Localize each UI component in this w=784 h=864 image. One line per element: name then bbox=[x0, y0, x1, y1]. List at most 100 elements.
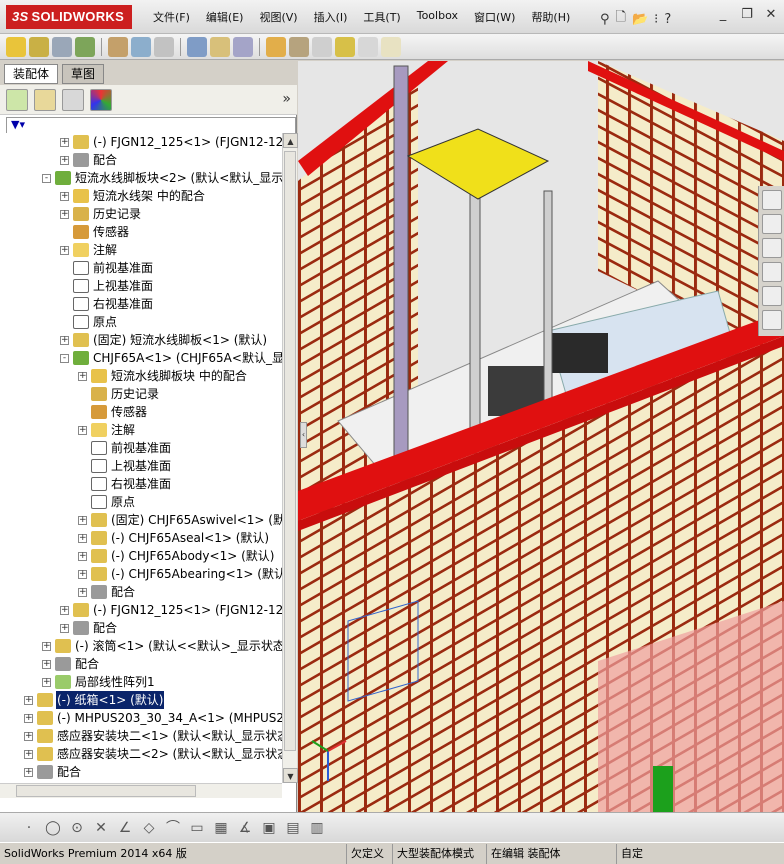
bill-of-materials-icon[interactable] bbox=[266, 36, 286, 57]
scroll-thumb-h[interactable] bbox=[16, 785, 196, 797]
show-hidden-icon[interactable] bbox=[154, 36, 174, 57]
expand-icon[interactable]: + bbox=[60, 191, 69, 201]
menu-insert[interactable]: 插入(I) bbox=[306, 9, 356, 25]
linear-pattern-icon[interactable] bbox=[75, 36, 95, 57]
expand-icon[interactable]: + bbox=[78, 587, 87, 597]
spline-icon[interactable]: ⌒ bbox=[164, 819, 182, 837]
expand-icon[interactable]: + bbox=[78, 551, 87, 561]
open-icon[interactable]: 📂 bbox=[632, 12, 648, 27]
rectangle-icon[interactable]: ▭ bbox=[188, 819, 206, 837]
expand-icon[interactable]: + bbox=[42, 659, 51, 669]
scroll-up-icon[interactable]: ▲ bbox=[283, 133, 298, 148]
tree-row[interactable]: 历史记录 bbox=[78, 385, 160, 403]
solidworks-logo[interactable]: 3S SOLIDWORKS bbox=[6, 5, 132, 29]
edit-component-icon[interactable] bbox=[6, 36, 26, 57]
design-library-icon[interactable] bbox=[761, 214, 782, 234]
collapse-icon[interactable]: - bbox=[42, 173, 51, 183]
expand-icon[interactable]: + bbox=[78, 569, 87, 579]
display-style-icon[interactable]: ▤ bbox=[284, 819, 302, 837]
vertical-scrollbar[interactable]: ▲ ▼ bbox=[282, 133, 298, 783]
feature-manager-icon[interactable] bbox=[6, 88, 28, 111]
tree-row[interactable]: + (-) CHJF65Abearing<1> (默认) bbox=[78, 565, 282, 583]
close-button[interactable]: ✕ bbox=[762, 6, 780, 24]
tree-row[interactable]: + 局部线性阵列1 bbox=[42, 673, 156, 691]
more-tabs-icon[interactable]: » bbox=[282, 91, 291, 107]
tree-row[interactable]: 前视基准面 bbox=[60, 259, 154, 277]
cad-model-view[interactable] bbox=[298, 61, 784, 812]
grid-icon[interactable]: ▦ bbox=[212, 819, 230, 837]
tree-row[interactable]: - 短流水线脚板块<2> (默认<默认_显示状态 bbox=[42, 169, 282, 187]
interference-detection-icon[interactable] bbox=[312, 36, 332, 57]
tree-row[interactable]: 传感器 bbox=[60, 223, 130, 241]
expand-icon[interactable]: + bbox=[60, 335, 69, 345]
menu-window[interactable]: 窗口(W) bbox=[466, 9, 523, 25]
tree-row[interactable]: + (-) CHJF65Aseal<1> (默认) bbox=[78, 529, 270, 547]
tree-row[interactable]: + (固定) 短流水线脚板<1> (默认) bbox=[60, 331, 268, 349]
tree-row[interactable]: + 配合 bbox=[60, 619, 118, 637]
scroll-down-icon[interactable]: ▼ bbox=[283, 768, 298, 783]
status-custom[interactable]: 自定 bbox=[616, 844, 647, 864]
view-palette-icon[interactable] bbox=[761, 262, 782, 282]
tree-row[interactable]: + 短流水线脚板块 中的配合 bbox=[78, 367, 248, 385]
instant3d-icon[interactable] bbox=[381, 36, 401, 57]
trim-icon[interactable]: ✕ bbox=[92, 819, 110, 837]
new-motion-study-icon[interactable] bbox=[233, 36, 253, 57]
section-view-icon[interactable]: ▥ bbox=[308, 819, 326, 837]
tree-row[interactable]: - CHJF65A<1> (CHJF65A<默认_显示状态- bbox=[60, 349, 282, 367]
expand-icon[interactable]: + bbox=[60, 245, 69, 255]
expand-icon[interactable]: + bbox=[78, 425, 87, 435]
tree-row[interactable]: 原点 bbox=[78, 493, 136, 511]
tree-row[interactable]: + (-) 滚筒<1> (默认<<默认>_显示状态 1>) bbox=[42, 637, 282, 655]
smart-fasteners-icon[interactable] bbox=[108, 36, 128, 57]
line-icon[interactable]: ∠ bbox=[116, 819, 134, 837]
expand-icon[interactable]: + bbox=[24, 767, 33, 777]
home-icon[interactable] bbox=[761, 190, 782, 210]
expand-icon[interactable]: + bbox=[78, 371, 87, 381]
menu-edit[interactable]: 编辑(E) bbox=[198, 9, 252, 25]
mate-icon[interactable] bbox=[52, 36, 72, 57]
file-explorer-icon[interactable] bbox=[761, 238, 782, 258]
restore-button[interactable]: ❐ bbox=[738, 6, 756, 24]
menu-view[interactable]: 视图(V) bbox=[251, 9, 305, 25]
horizontal-scrollbar[interactable] bbox=[0, 783, 282, 798]
tab-sketch[interactable]: 草图 bbox=[62, 64, 105, 84]
angle-icon[interactable]: ∡ bbox=[236, 819, 254, 837]
view-cube-icon[interactable]: ▣ bbox=[260, 819, 278, 837]
clearance-verification-icon[interactable] bbox=[335, 36, 355, 57]
expand-icon[interactable]: + bbox=[60, 155, 69, 165]
expand-icon[interactable]: + bbox=[42, 677, 51, 687]
expand-icon[interactable]: + bbox=[42, 641, 51, 651]
smart-dimension-icon[interactable]: ◇ bbox=[140, 819, 158, 837]
tree-row[interactable]: 右视基准面 bbox=[60, 295, 154, 313]
menu-help[interactable]: 帮助(H) bbox=[523, 9, 578, 25]
tree-row[interactable]: + 感应器安装块二<1> (默认<默认_显示状态-1> bbox=[24, 727, 282, 745]
options-icon[interactable]: ⁝ bbox=[654, 12, 658, 27]
collapse-panel-handle[interactable]: ‹ bbox=[300, 422, 307, 448]
tree-row[interactable]: + 短流水线架 中的配合 bbox=[60, 187, 206, 205]
exploded-view-icon[interactable] bbox=[289, 36, 309, 57]
tree-row[interactable]: 传感器 bbox=[78, 403, 148, 421]
scroll-thumb[interactable] bbox=[284, 151, 296, 751]
expand-icon[interactable]: + bbox=[60, 209, 69, 219]
status-large-assembly[interactable]: 大型装配体模式 bbox=[392, 844, 478, 864]
hole-alignment-icon[interactable] bbox=[358, 36, 378, 57]
point-icon[interactable]: · bbox=[20, 819, 38, 837]
pin-icon[interactable]: ⚲ bbox=[600, 12, 610, 27]
tab-assembly[interactable]: 装配体 bbox=[4, 64, 59, 84]
expand-icon[interactable]: + bbox=[60, 605, 69, 615]
tree-row[interactable]: + 配合 bbox=[42, 655, 100, 673]
tree-row[interactable]: 上视基准面 bbox=[60, 277, 154, 295]
tree-row[interactable]: + 注解 bbox=[60, 241, 118, 259]
tree-row[interactable]: 右视基准面 bbox=[78, 475, 172, 493]
expand-icon[interactable]: + bbox=[24, 713, 33, 723]
tree-row[interactable]: + (-) FJGN12_125<1> (FJGN12-125) bbox=[60, 601, 282, 619]
collapse-icon[interactable]: - bbox=[60, 353, 69, 363]
tree-row[interactable]: + 配合 bbox=[60, 151, 118, 169]
tree-row[interactable]: + 配合 bbox=[24, 763, 82, 781]
custom-properties-icon[interactable] bbox=[761, 310, 782, 330]
tree-row[interactable]: + (-) FJGN12_125<1> (FJGN12-125) bbox=[60, 133, 282, 151]
polygon-icon[interactable]: ⊙ bbox=[68, 819, 86, 837]
menu-toolbox[interactable]: Toolbox bbox=[409, 9, 466, 25]
tree-row[interactable]: + (固定) CHJF65Aswivel<1> (默认) bbox=[78, 511, 282, 529]
expand-icon[interactable]: + bbox=[60, 137, 69, 147]
